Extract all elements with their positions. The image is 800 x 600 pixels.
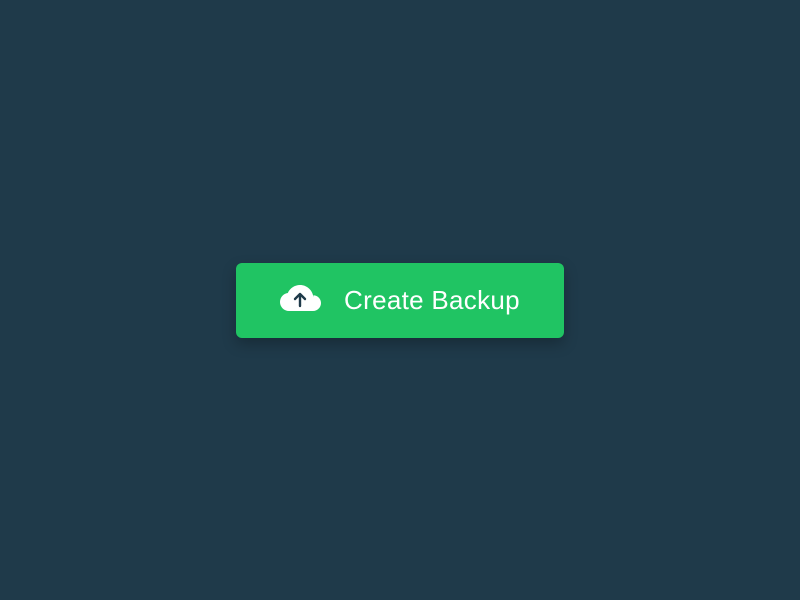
create-backup-label: Create Backup xyxy=(344,285,520,316)
create-backup-button[interactable]: Create Backup xyxy=(236,263,564,338)
cloud-upload-icon xyxy=(280,285,322,315)
